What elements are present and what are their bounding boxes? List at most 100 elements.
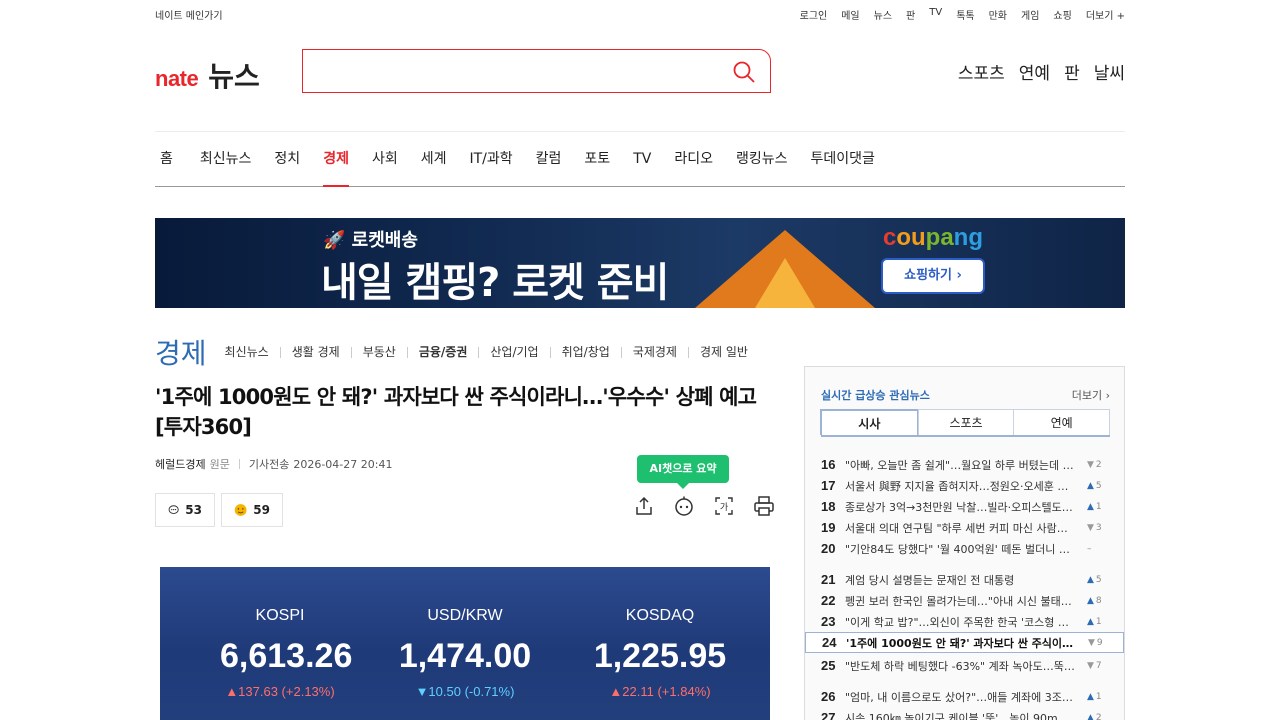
nav-today-comments[interactable]: 투데이댓글 — [811, 132, 875, 187]
rank-change: ▲ 5 — [1087, 575, 1102, 585]
rank-title[interactable]: '1주에 1000원도 안 돼?' 과자보다 싼 주식이라니…'우… — [846, 635, 1076, 651]
rank-change-value: 3 — [1095, 522, 1102, 533]
trending-rank-item[interactable]: 21 계엄 당시 설명듣는 문재인 전 대통령 ▲ 5 — [805, 569, 1124, 590]
nav-radio[interactable]: 라디오 — [674, 132, 713, 187]
trending-rank-item[interactable]: 17 서울서 與野 지지율 좁혀지자…정원오·오세훈 … ▲ 5 — [805, 475, 1124, 496]
rank-title[interactable]: 종로상가 3억→3천만원 낙찰…빌라·오피스텔도 … — [845, 499, 1075, 515]
rank-change-value: 8 — [1095, 595, 1102, 606]
rank-change: ▲ 2 — [1087, 713, 1102, 720]
rank-title[interactable]: 펭귄 보러 한국인 몰려가는데…"아내 시신 불태… — [845, 593, 1075, 609]
rank-up-arrow-icon: ▲ — [1087, 501, 1094, 512]
rank-title[interactable]: 시속 160㎞ 놀이기구 케이블 '뚝'…높이 90m서 … — [845, 710, 1075, 720]
share-icon[interactable] — [633, 495, 655, 517]
rank-title[interactable]: "반도체 하락 베팅했다 -63%" 계좌 녹아도…뚝… — [845, 658, 1075, 674]
top-link-news[interactable]: 뉴스 — [874, 7, 892, 22]
header-link-weather[interactable]: 날씨 — [1094, 59, 1125, 84]
top-link-login[interactable]: 로그인 — [800, 7, 828, 22]
nav-it-science[interactable]: IT/과학 — [469, 132, 512, 187]
subnav-finance[interactable]: 금융/증권 — [406, 346, 479, 358]
tab-sports[interactable]: 스포츠 — [917, 409, 1015, 435]
kospi-panel: KOSPI 6,613.26 ▲137.63 (+2.13%) — [220, 607, 352, 699]
comment-count-button[interactable]: 53 — [155, 493, 215, 527]
header-link-entertainment[interactable]: 연예 — [1019, 59, 1050, 84]
top-link-pann[interactable]: 판 — [906, 7, 915, 22]
ai-summary-tooltip[interactable]: AI챗으로 요약 — [637, 455, 729, 489]
top-link-more[interactable]: 더보기 + — [1086, 7, 1125, 22]
subnav-industry[interactable]: 산업/기업 — [478, 346, 549, 358]
usd-krw-change: ▼10.50 (-0.71%) — [415, 684, 515, 699]
rank-title[interactable]: "기안84도 당했다" '월 400억원' 떼돈 벌더니 순… — [845, 541, 1075, 557]
top-link-shopping[interactable]: 쇼핑 — [1053, 7, 1071, 22]
nav-column[interactable]: 칼럼 — [536, 132, 562, 187]
nav-tv[interactable]: TV — [633, 132, 651, 187]
trending-rank-item[interactable]: 25 "반도체 하락 베팅했다 -63%" 계좌 녹아도…뚝… ▼ 7 — [805, 655, 1124, 676]
rank-change: ▲ 8 — [1087, 596, 1102, 606]
trending-rank-item[interactable]: 23 "이게 학교 밥?"…외신이 주목한 한국 '코스형 급… ▲ 1 — [805, 611, 1124, 632]
rank-title[interactable]: "아빠, 오늘만 좀 쉴게"…월요일 하루 버텼는데 … — [845, 457, 1075, 473]
rank-change: ▲ 5 — [1087, 481, 1102, 491]
article: '1주에 1000원도 안 돼?' 과자보다 싼 주식이라니…'우수수' 상폐 … — [155, 382, 775, 720]
subnav-jobs[interactable]: 취업/창업 — [549, 346, 621, 358]
font-size-icon[interactable]: 가 — [713, 495, 735, 517]
nav-home[interactable]: 홈 — [160, 132, 173, 187]
tab-current-affairs[interactable]: 시사 — [820, 409, 919, 435]
top-link-comics[interactable]: 만화 — [989, 7, 1007, 22]
section-title[interactable]: 경제 — [155, 332, 207, 372]
header-link-pann[interactable]: 판 — [1064, 59, 1080, 84]
rank-change: ▼ 9 — [1088, 638, 1103, 648]
article-photo: KOSPI 6,613.26 ▲137.63 (+2.13%) USD/KRW … — [160, 567, 770, 720]
search-input[interactable] — [317, 50, 717, 90]
subnav-living-economy[interactable]: 생활 경제 — [279, 346, 351, 358]
top-link-toktok[interactable]: 톡톡 — [956, 7, 974, 22]
kosdaq-change: ▲22.11 (+1.84%) — [609, 684, 711, 699]
nate-news-logo[interactable]: nate 뉴스 — [155, 55, 260, 95]
top-link-mail[interactable]: 메일 — [841, 7, 859, 22]
subnav-economy-general[interactable]: 경제 일반 — [687, 346, 759, 358]
trending-rank-item[interactable]: 24 '1주에 1000원도 안 돼?' 과자보다 싼 주식이라니…'우… ▼9 — [805, 632, 1124, 653]
trending-rank-item[interactable]: 20 "기안84도 당했다" '월 400억원' 떼돈 벌더니 순… – — [805, 538, 1124, 559]
nav-photo[interactable]: 포토 — [584, 132, 610, 187]
article-original-link[interactable]: 원문 — [210, 456, 230, 472]
nav-society[interactable]: 사회 — [372, 132, 398, 187]
subnav-intl-economy[interactable]: 국제경제 — [620, 346, 688, 358]
nav-world[interactable]: 세계 — [421, 132, 447, 187]
ad-banner[interactable]: 🚀 로켓배송 내일 캠핑? 로켓 준비 coupang 쇼핑하기 › — [155, 218, 1125, 308]
rank-title[interactable]: 서울서 與野 지지율 좁혀지자…정원오·오세훈 … — [845, 478, 1075, 494]
ai-chat-icon[interactable] — [673, 495, 695, 517]
nate-home-link[interactable]: 네이트 메인가기 — [155, 7, 223, 22]
reaction-count: 59 — [253, 503, 270, 517]
rank-up-arrow-icon: ▲ — [1087, 691, 1094, 702]
print-icon[interactable] — [753, 495, 775, 517]
rank-down-arrow-icon: ▼ — [1087, 522, 1094, 533]
subnav-latest[interactable]: 최신뉴스 — [225, 346, 280, 358]
header-link-sports[interactable]: 스포츠 — [958, 59, 1005, 84]
rank-title[interactable]: 서울대 의대 연구팀 "하루 세번 커피 마신 사람이… — [845, 520, 1075, 536]
rank-number: 19 — [821, 520, 836, 535]
nav-ranking[interactable]: 랭킹뉴스 — [736, 132, 788, 187]
reaction-count-button[interactable]: 59 — [221, 493, 283, 527]
trending-rank-item[interactable]: 27 시속 160㎞ 놀이기구 케이블 '뚝'…높이 90m서 … ▲ 2 — [805, 707, 1124, 720]
nav-economy[interactable]: 경제 — [323, 132, 349, 187]
top-link-tv[interactable]: TV — [929, 7, 942, 22]
usd-krw-value: 1,474.00 — [398, 637, 532, 675]
article-source[interactable]: 헤럴드경제 — [155, 456, 206, 472]
nav-latest[interactable]: 최신뉴스 — [200, 132, 252, 187]
trending-rank-item[interactable]: 22 펭귄 보러 한국인 몰려가는데…"아내 시신 불태… ▲ 8 — [805, 590, 1124, 611]
rank-title[interactable]: "이게 학교 밥?"…외신이 주목한 한국 '코스형 급… — [845, 614, 1075, 630]
trending-rank-item[interactable]: 19 서울대 의대 연구팀 "하루 세번 커피 마신 사람이… ▼ 3 — [805, 517, 1124, 538]
usd-krw-panel: USD/KRW 1,474.00 ▼10.50 (-0.71%) — [380, 607, 550, 699]
rank-title[interactable]: 계엄 당시 설명듣는 문재인 전 대통령 — [845, 572, 1075, 588]
tab-entertainment[interactable]: 연예 — [1013, 409, 1111, 435]
rank-title[interactable]: "엄마, 내 이름으로도 샀어?"…애들 계좌에 3조… — [845, 689, 1075, 705]
nav-politics[interactable]: 정치 — [274, 132, 300, 187]
rank-number: 17 — [821, 478, 836, 493]
trending-rank-item[interactable]: 18 종로상가 3억→3천만원 낙찰…빌라·오피스텔도 … ▲ 1 — [805, 496, 1124, 517]
trending-rank-item[interactable]: 16 "아빠, 오늘만 좀 쉴게"…월요일 하루 버텼는데 … ▼ 2 — [805, 454, 1124, 475]
top-link-games[interactable]: 게임 — [1021, 7, 1039, 22]
banner-shop-button[interactable]: 쇼핑하기 › — [881, 258, 985, 294]
trending-more-link[interactable]: 더보기 › — [1072, 387, 1110, 403]
rank-change-value: 5 — [1095, 480, 1102, 491]
trending-rank-item[interactable]: 26 "엄마, 내 이름으로도 샀어?"…애들 계좌에 3조… ▲ 1 — [805, 686, 1124, 707]
subnav-real-estate[interactable]: 부동산 — [350, 346, 407, 358]
search-icon[interactable] — [732, 60, 756, 84]
